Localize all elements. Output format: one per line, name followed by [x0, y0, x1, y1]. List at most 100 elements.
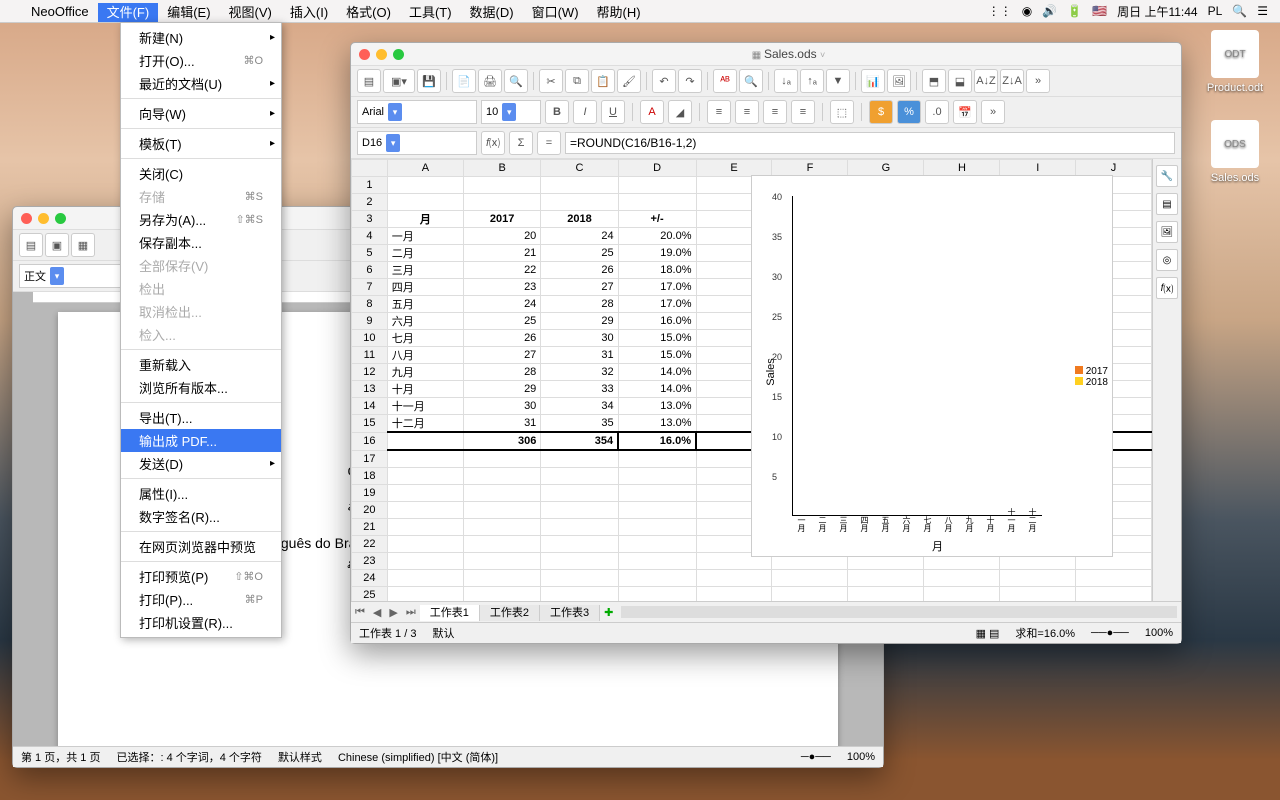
flag-icon[interactable]: 🇺🇸 [1092, 4, 1107, 18]
date-icon[interactable]: 📅 [953, 100, 977, 124]
bold-icon[interactable]: B [545, 100, 569, 124]
decimal-icon[interactable]: .0 [925, 100, 949, 124]
zoom-level[interactable]: 100% [1145, 627, 1173, 639]
properties-icon[interactable]: 🔧 [1156, 165, 1178, 187]
sum-display[interactable]: 求和=16.0% [1015, 625, 1075, 641]
menu-1[interactable]: 编辑(E) [158, 3, 219, 22]
col-icon[interactable]: ⬓ [948, 69, 972, 93]
menu-4[interactable]: 格式(O) [337, 3, 400, 22]
tab-first-icon[interactable]: ⏮ [351, 606, 369, 619]
open-icon[interactable]: ▣▾ [383, 69, 415, 93]
menu-item[interactable]: 保存副本... [121, 231, 281, 254]
pdf-icon[interactable]: 📄 [452, 69, 476, 93]
menu-item[interactable]: 浏览所有版本... [121, 376, 281, 399]
print-icon[interactable]: 🖨 [478, 69, 502, 93]
sort-desc-icon[interactable]: ↑ₐ [800, 69, 824, 93]
font-color-icon[interactable]: A [640, 100, 664, 124]
sort-icon[interactable]: Z↓A [1000, 69, 1024, 93]
align-right-icon[interactable]: ≡ [763, 100, 787, 124]
menu-item[interactable]: 打印机设置(R)... [121, 611, 281, 634]
align-justify-icon[interactable]: ≡ [791, 100, 815, 124]
functions-icon[interactable]: f⒳ [1156, 277, 1178, 299]
embedded-chart[interactable]: Sales 月 20172018 510152025303540一月二月三月四月… [751, 175, 1113, 557]
menu-8[interactable]: 帮助(H) [588, 3, 650, 22]
menu-3[interactable]: 插入(I) [281, 3, 337, 22]
menu-item[interactable]: 向导(W) [121, 102, 281, 125]
add-sheet-icon[interactable]: ✚ [600, 606, 617, 619]
redo-icon[interactable]: ↷ [678, 69, 702, 93]
equals-icon[interactable]: = [537, 131, 561, 155]
more-icon[interactable]: » [1026, 69, 1050, 93]
spreadsheet-grid[interactable]: ABCDEFGHIJ123月20172018+/-4一月202420.0%5二月… [351, 159, 1181, 601]
zoom-icon[interactable] [55, 213, 66, 224]
menu-item[interactable]: 在网页浏览器中预览 [121, 535, 281, 558]
cell-reference[interactable]: D16▾ [357, 131, 477, 155]
wifi-icon[interactable]: ◉ [1022, 4, 1032, 18]
zoom-level[interactable]: 100% [847, 751, 875, 763]
copy-icon[interactable]: ⧉ [565, 69, 589, 93]
tab-next-icon[interactable]: ▶ [385, 606, 401, 619]
menu-0[interactable]: 文件(F) [98, 3, 159, 22]
function-wizard-icon[interactable]: f⒳ [481, 131, 505, 155]
paint-icon[interactable]: 🖌 [617, 69, 641, 93]
styles-icon[interactable]: ▤ [1156, 193, 1178, 215]
wifi-icon[interactable]: ⋮⋮ [988, 4, 1012, 18]
image-icon[interactable]: 🖼 [887, 69, 911, 93]
sort-icon[interactable]: A↓Z [974, 69, 998, 93]
menu-2[interactable]: 视图(V) [220, 3, 281, 22]
desktop-file[interactable]: ODSSales.ods [1200, 120, 1270, 184]
spellcheck-icon[interactable]: ᴬᴮ [713, 69, 737, 93]
horizontal-scrollbar[interactable] [621, 606, 1177, 618]
menu-item[interactable]: 关闭(C) [121, 162, 281, 185]
menu-item[interactable]: 另存为(A)...⇧⌘S [121, 208, 281, 231]
sort-asc-icon[interactable]: ↓ₐ [774, 69, 798, 93]
menu-7[interactable]: 窗口(W) [523, 3, 588, 22]
menu-5[interactable]: 工具(T) [400, 3, 461, 22]
menu-item[interactable]: 重新载入 [121, 353, 281, 376]
zoom-slider[interactable]: ──●── [1091, 627, 1129, 639]
notifications-icon[interactable]: ☰ [1257, 4, 1268, 18]
battery-icon[interactable]: 🔋 [1067, 4, 1082, 18]
highlight-icon[interactable]: ◢ [668, 100, 692, 124]
percent-icon[interactable]: % [897, 100, 921, 124]
align-center-icon[interactable]: ≡ [735, 100, 759, 124]
tab-prev-icon[interactable]: ◀ [369, 606, 385, 619]
menu-item[interactable]: 最近的文档(U) [121, 72, 281, 95]
merge-icon[interactable]: ⬚ [830, 100, 854, 124]
minimize-icon[interactable] [376, 49, 387, 60]
new-doc-icon[interactable]: ▤ [19, 233, 43, 257]
align-left-icon[interactable]: ≡ [707, 100, 731, 124]
zoom-slider[interactable]: ─●── [801, 751, 831, 763]
sheet-tab[interactable]: 工作表3 [540, 605, 600, 621]
preview-icon[interactable]: 🔍 [504, 69, 528, 93]
volume-icon[interactable]: 🔊 [1042, 4, 1057, 18]
undo-icon[interactable]: ↶ [652, 69, 676, 93]
layout-icon[interactable]: ▦ ▤ [976, 627, 1000, 640]
doc-language[interactable]: Chinese (simplified) [中文 (简体)] [338, 749, 498, 765]
sheet-tab[interactable]: 工作表1 [420, 605, 480, 621]
find-icon[interactable]: 🔍 [739, 69, 763, 93]
zoom-icon[interactable] [393, 49, 404, 60]
close-icon[interactable] [359, 49, 370, 60]
sheet-tab[interactable]: 工作表2 [480, 605, 540, 621]
currency-icon[interactable]: $ [869, 100, 893, 124]
paste-icon[interactable]: 📋 [591, 69, 615, 93]
italic-icon[interactable]: I [573, 100, 597, 124]
tab-last-icon[interactable]: ⏭ [402, 606, 420, 619]
menu-item[interactable]: 输出成 PDF... [121, 429, 281, 452]
chart-icon[interactable]: 📊 [861, 69, 885, 93]
lang-indicator[interactable]: PL [1208, 4, 1223, 18]
menu-item[interactable]: 模板(T) [121, 132, 281, 155]
search-icon[interactable]: 🔍 [1232, 4, 1247, 18]
menu-6[interactable]: 数据(D) [461, 3, 523, 22]
menu-item[interactable]: 属性(I)... [121, 482, 281, 505]
font-name-combo[interactable]: Arial▾ [357, 100, 477, 124]
underline-icon[interactable]: U [601, 100, 625, 124]
minimize-icon[interactable] [38, 213, 49, 224]
desktop-file[interactable]: ODTProduct.odt [1200, 30, 1270, 94]
save-icon[interactable]: 💾 [417, 69, 441, 93]
close-icon[interactable] [21, 213, 32, 224]
clock[interactable]: 周日 上午11:44 [1117, 3, 1197, 20]
font-size-combo[interactable]: 10▾ [481, 100, 541, 124]
sum-icon[interactable]: Σ [509, 131, 533, 155]
